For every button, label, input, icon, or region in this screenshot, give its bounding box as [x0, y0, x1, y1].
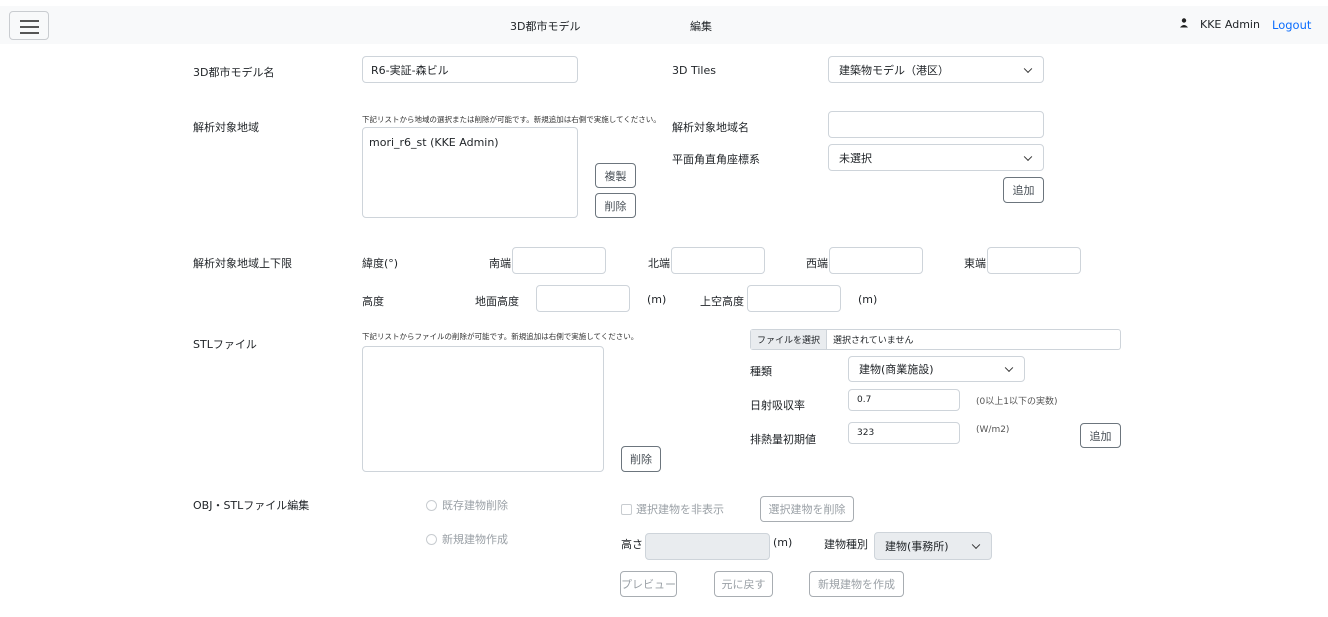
tiles-label: 3D Tiles — [672, 64, 716, 77]
tiles-select[interactable]: 建築物モデル（港区） — [828, 56, 1044, 83]
heat-value: 323 — [857, 428, 875, 438]
hamburger-icon — [20, 20, 39, 22]
south-input[interactable] — [512, 247, 606, 274]
stl-type-select[interactable]: 建物(商業施設) — [848, 356, 1025, 382]
preview-button[interactable]: プレビュー — [620, 571, 677, 597]
sky-unit: (m) — [858, 293, 878, 306]
tiles-select-value: 建築物モデル（港区） — [839, 63, 949, 77]
heat-label: 排熱量初期値 — [750, 433, 816, 446]
chevron-down-icon — [1023, 64, 1033, 73]
radio-circle[interactable] — [426, 499, 437, 511]
person-icon — [1180, 18, 1188, 28]
chevron-down-icon — [971, 540, 981, 550]
west-label: 西端 — [806, 257, 828, 270]
user-name: KKE Admin — [1200, 18, 1260, 31]
building-type-value: 建物(事務所) — [885, 540, 949, 553]
stl-file-input[interactable]: ファイルを選択 選択されていません — [750, 329, 1121, 350]
choose-file-button[interactable]: ファイルを選択 — [751, 330, 828, 349]
north-label: 北端 — [648, 257, 670, 270]
hamburger-icon-line — [20, 26, 39, 28]
obj-height-unit: (m) — [773, 536, 793, 549]
region-name-input[interactable] — [828, 111, 1044, 138]
delete-selected-button[interactable]: 選択建物を削除 — [760, 496, 854, 522]
south-label: 南端 — [489, 257, 511, 270]
hide-selected-label: 選択建物を非表示 — [636, 503, 724, 516]
absorb-hint: (0以上1以下の実数) — [976, 397, 1058, 407]
undo-button[interactable]: 元に戻す — [714, 571, 773, 597]
nav-mode: 編集 — [690, 20, 712, 33]
crs-select[interactable]: 未選択 — [828, 144, 1044, 171]
obj-height-input[interactable] — [645, 533, 770, 560]
logout-link[interactable]: Logout — [1272, 18, 1311, 32]
sky-height-label: 上空高度 — [700, 295, 744, 308]
stl-type-value: 建物(商業施設) — [859, 363, 934, 376]
navbar: 3D都市モデル 編集 KKE Admin Logout — [0, 6, 1328, 44]
sky-height-input[interactable] — [747, 285, 841, 312]
city-model-name-label: 3D都市モデル名 — [193, 66, 275, 79]
radio-circle[interactable] — [426, 533, 437, 545]
lat-label: 緯度(°) — [362, 257, 399, 270]
delete-stl-button[interactable]: 削除 — [621, 446, 661, 472]
ground-height-input[interactable] — [536, 285, 630, 312]
stl-label: STLファイル — [193, 338, 257, 351]
heat-input[interactable]: 323 — [848, 422, 960, 444]
radio-create-label: 新規建物作成 — [442, 533, 508, 546]
hide-selected-checkbox[interactable]: 選択建物を非表示 — [621, 501, 724, 517]
add-stl-button[interactable]: 追加 — [1080, 423, 1121, 448]
nav-title: 3D都市モデル — [510, 20, 581, 33]
absorb-label: 日射吸収率 — [750, 399, 805, 412]
delete-region-button[interactable]: 削除 — [595, 193, 636, 218]
obj-height-label: 高さ — [621, 538, 643, 551]
west-input[interactable] — [829, 247, 923, 274]
obj-edit-label: OBJ・STLファイル編集 — [193, 499, 310, 512]
crs-select-value: 未選択 — [839, 151, 872, 165]
bounds-label: 解析対象地域上下限 — [193, 257, 292, 270]
stl-type-label: 種類 — [750, 365, 772, 378]
region-listbox[interactable]: mori_r6_st (KKE Admin) — [362, 127, 578, 218]
checkbox-box[interactable] — [621, 503, 632, 515]
radio-create-building[interactable]: 新規建物作成 — [426, 531, 508, 547]
city-model-name-value: R6-実証-森ビル — [371, 63, 449, 77]
copy-region-button[interactable]: 複製 — [595, 163, 636, 188]
height-label: 高度 — [362, 295, 384, 308]
north-input[interactable] — [671, 247, 765, 274]
ground-height-label: 地面高度 — [475, 295, 519, 308]
hamburger-icon-line — [20, 32, 39, 34]
menu-toggle-button[interactable] — [9, 11, 49, 40]
city-model-name-input[interactable]: R6-実証-森ビル — [362, 56, 578, 83]
stl-listbox[interactable] — [362, 346, 604, 472]
add-region-button[interactable]: 追加 — [1003, 177, 1044, 203]
create-building-button[interactable]: 新規建物を作成 — [809, 571, 904, 597]
list-item[interactable]: mori_r6_st (KKE Admin) — [369, 136, 571, 149]
heat-unit: (W/m2) — [976, 425, 1010, 435]
chevron-down-icon — [1004, 363, 1014, 373]
ground-unit: (m) — [647, 293, 667, 306]
building-type-select[interactable]: 建物(事務所) — [874, 532, 992, 560]
region-hint: 下記リストから地域の選択または削除が可能です。新規追加は右側で実施してください。 — [362, 115, 661, 124]
absorb-input[interactable]: 0.7 — [848, 389, 960, 411]
building-type-label: 建物種別 — [824, 538, 868, 551]
absorb-value: 0.7 — [857, 395, 872, 405]
stl-hint: 下記リストからファイルの削除が可能です。新規追加は右側で実施してください。 — [362, 332, 639, 341]
radio-delete-building[interactable]: 既存建物削除 — [426, 497, 508, 513]
radio-delete-label: 既存建物削除 — [442, 499, 508, 512]
region-label: 解析対象地域 — [193, 121, 259, 134]
crs-label: 平面角直角座標系 — [672, 153, 760, 166]
east-label: 東端 — [964, 257, 986, 270]
chevron-down-icon — [1023, 152, 1033, 161]
file-status: 選択されていません — [833, 336, 914, 346]
east-input[interactable] — [987, 247, 1081, 274]
region-name-label: 解析対象地域名 — [672, 121, 749, 134]
